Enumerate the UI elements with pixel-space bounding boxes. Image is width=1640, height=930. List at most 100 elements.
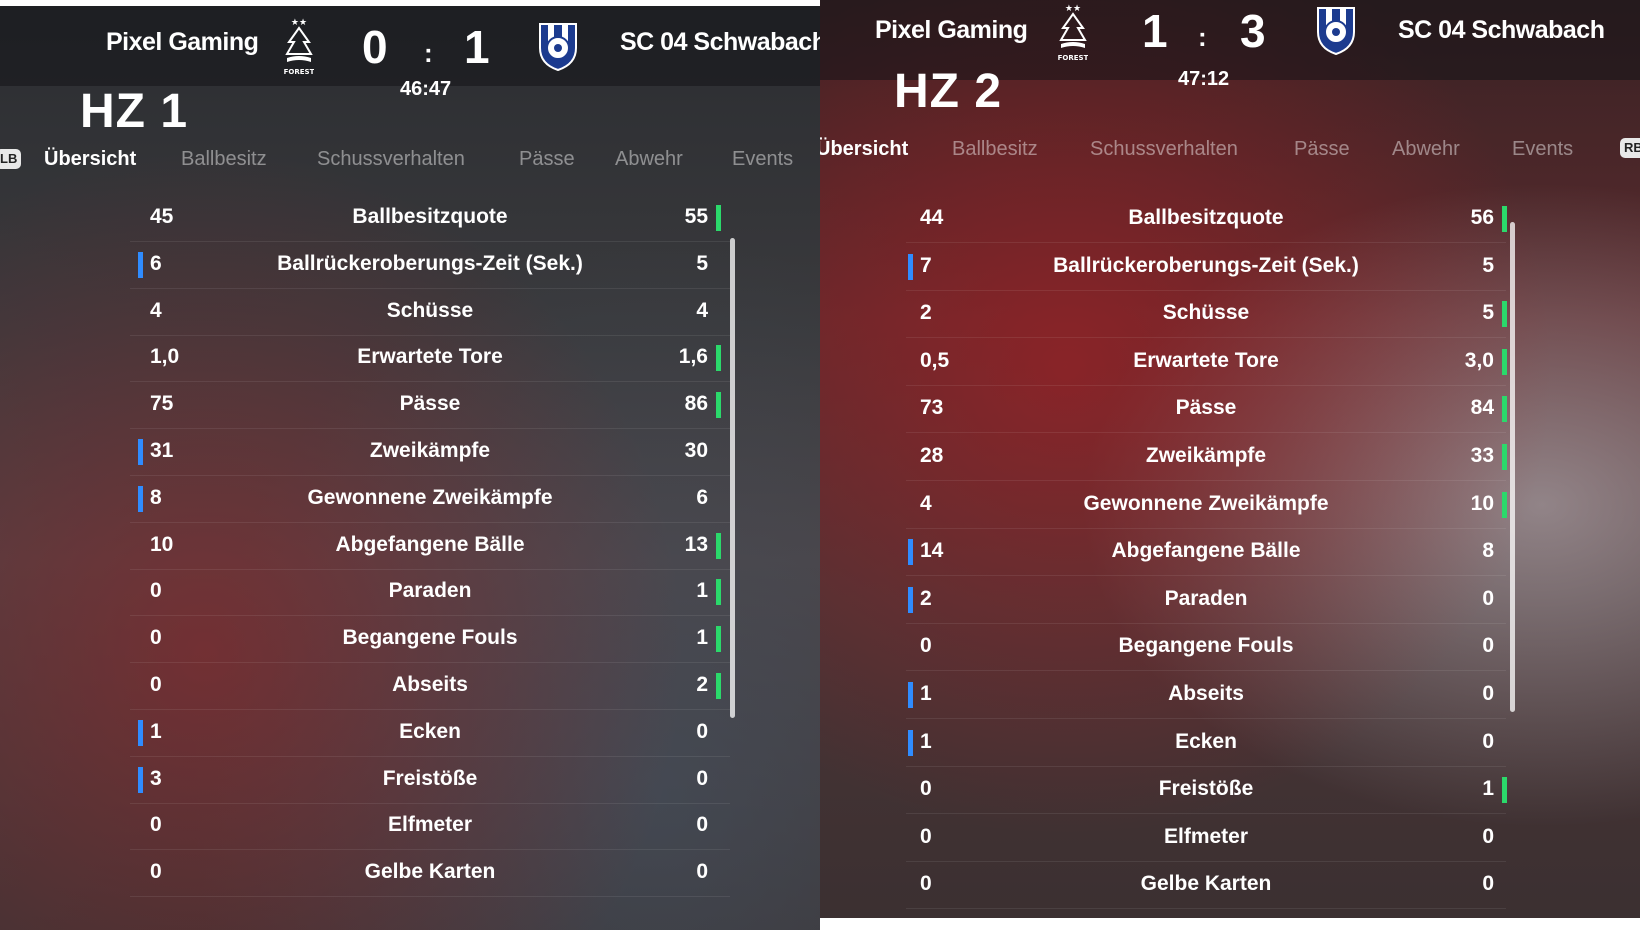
tab-uebersicht[interactable]: Übersicht bbox=[44, 148, 136, 171]
tab-ballbesitz[interactable]: Ballbesitz bbox=[952, 138, 1038, 161]
away-stat-value: 6 bbox=[696, 485, 708, 509]
home-stat-value: 45 bbox=[150, 205, 174, 228]
tab-abwehr[interactable]: Abwehr bbox=[1392, 138, 1460, 161]
stat-row: 3 Freistöße 0 bbox=[130, 757, 730, 804]
away-stat-value: 0 bbox=[696, 766, 708, 790]
stats-scrollbar[interactable] bbox=[1510, 222, 1515, 712]
tab-uebersicht[interactable]: Übersicht bbox=[820, 138, 908, 161]
stat-label: Zweikämpfe bbox=[369, 439, 491, 462]
home-stat-value: 2 bbox=[920, 586, 932, 610]
tab-abwehr[interactable]: Abwehr bbox=[615, 148, 683, 171]
stat-row: 1,0 Erwartete Tore 1,6 bbox=[130, 335, 730, 383]
stats-panel-half-2: Pixel Gaming ★★ FOREST 1 : 3 SC 04 Schwa… bbox=[820, 0, 1640, 918]
match-clock: 46:47 bbox=[400, 78, 452, 100]
stat-label: Schüsse bbox=[1162, 301, 1250, 325]
schwabach-crest-icon bbox=[1314, 4, 1358, 61]
stat-label: Ecken bbox=[399, 719, 461, 743]
tab-paesse[interactable]: Pässe bbox=[519, 148, 575, 171]
home-stat-value: 7 bbox=[920, 253, 932, 277]
home-lead-bar bbox=[908, 586, 913, 613]
stat-row: 0 Begangene Fouls 0 bbox=[906, 624, 1506, 672]
stat-label: Zweikämpfe bbox=[1145, 444, 1267, 467]
home-stat-value: 1 bbox=[920, 682, 932, 705]
stat-row: 1 Abseits 0 bbox=[906, 672, 1506, 719]
away-lead-bar bbox=[716, 345, 721, 372]
stat-label: Pässe bbox=[399, 392, 461, 416]
away-stat-value: 86 bbox=[684, 392, 708, 416]
stat-row: 6 Ballrückeroberungs-Zeit (Sek.) 5 bbox=[130, 242, 730, 289]
away-lead-bar bbox=[716, 392, 721, 419]
home-team-name: Pixel Gaming bbox=[106, 28, 259, 56]
away-stat-value: 2 bbox=[696, 673, 708, 696]
stat-label: Abseits bbox=[392, 673, 468, 696]
away-score: 1 bbox=[464, 21, 490, 73]
schwabach-crest-icon bbox=[536, 20, 580, 77]
stat-label: Freistöße bbox=[382, 766, 478, 790]
away-stat-value: 5 bbox=[1482, 253, 1494, 277]
stat-row: 0 Abseits 2 bbox=[130, 663, 730, 710]
rb-bumper-icon[interactable]: RB bbox=[1620, 138, 1640, 158]
tab-events[interactable]: Events bbox=[1512, 138, 1573, 161]
score-separator: : bbox=[424, 38, 433, 68]
home-stat-value: 0 bbox=[150, 579, 162, 603]
away-stat-value: 0 bbox=[696, 719, 708, 743]
stat-label: Abseits bbox=[1168, 682, 1244, 705]
stat-label: Gewonnene Zweikämpfe bbox=[1083, 491, 1329, 515]
away-lead-bar bbox=[1502, 206, 1507, 232]
home-score: 0 bbox=[362, 21, 388, 73]
home-stat-value: 0 bbox=[920, 872, 932, 896]
stat-row: 0,5 Erwartete Tore 3,0 bbox=[906, 339, 1507, 386]
stat-label: Pässe bbox=[1175, 396, 1237, 420]
home-lead-bar bbox=[138, 439, 143, 465]
away-stat-value: 30 bbox=[684, 439, 708, 462]
tab-paesse[interactable]: Pässe bbox=[1294, 138, 1350, 161]
away-stat-value: 0 bbox=[1482, 729, 1494, 753]
away-lead-bar bbox=[716, 532, 721, 559]
home-lead-bar bbox=[138, 251, 143, 278]
lb-bumper-icon[interactable]: LB bbox=[0, 149, 22, 169]
stat-row: 8 Gewonnene Zweikämpfe 6 bbox=[130, 476, 730, 523]
home-stat-value: 2 bbox=[920, 301, 932, 325]
stat-row: 73 Pässe 84 bbox=[906, 386, 1507, 434]
stat-row: 7 Ballrückeroberungs-Zeit (Sek.) 5 bbox=[906, 244, 1506, 291]
stat-row: 75 Pässe 86 bbox=[130, 382, 730, 430]
away-stat-value: 1 bbox=[696, 626, 708, 650]
tab-ballbesitz[interactable]: Ballbesitz bbox=[181, 148, 267, 171]
home-lead-bar bbox=[138, 719, 143, 746]
stat-row: 0 Elfmeter 0 bbox=[130, 803, 730, 851]
away-stat-value: 84 bbox=[1470, 396, 1494, 420]
away-stat-value: 0 bbox=[696, 860, 708, 884]
tab-events[interactable]: Events bbox=[732, 148, 793, 171]
away-stat-value: 1,6 bbox=[678, 345, 708, 369]
stat-row: 0 Elfmeter 0 bbox=[906, 815, 1506, 862]
away-stat-value: 1 bbox=[1482, 777, 1494, 801]
stats-panel-half-1: Pixel Gaming ★★ FOREST 0 : 1 SC 04 Schwa… bbox=[0, 6, 820, 930]
home-stat-value: 3 bbox=[150, 766, 162, 790]
match-clock: 47:12 bbox=[1178, 68, 1230, 90]
away-stat-value: 5 bbox=[696, 251, 708, 275]
home-lead-bar bbox=[908, 729, 913, 756]
home-stat-value: 0 bbox=[150, 673, 162, 696]
home-stat-value: 75 bbox=[150, 392, 174, 416]
tab-schussverhalten[interactable]: Schussverhalten bbox=[1090, 138, 1238, 161]
home-stat-value: 8 bbox=[150, 485, 162, 509]
away-lead-bar bbox=[1502, 444, 1507, 470]
home-team-name: Pixel Gaming bbox=[875, 16, 1028, 44]
stat-row: 0 Paraden 1 bbox=[130, 569, 730, 617]
stat-row: 28 Zweikämpfe 33 bbox=[906, 434, 1507, 481]
home-stat-value: 0 bbox=[920, 634, 932, 658]
away-stat-value: 56 bbox=[1470, 206, 1494, 229]
away-lead-bar bbox=[1502, 301, 1507, 328]
away-stat-value: 0 bbox=[696, 813, 708, 837]
stat-label: Elfmeter bbox=[1163, 824, 1249, 848]
away-stat-value: 10 bbox=[1470, 491, 1494, 515]
stat-label: Gelbe Karten bbox=[1140, 872, 1272, 896]
forest-crest-icon: ★★ FOREST bbox=[1058, 2, 1089, 69]
tab-schussverhalten[interactable]: Schussverhalten bbox=[317, 148, 465, 171]
stats-scrollbar[interactable] bbox=[730, 238, 735, 718]
stat-label: Elfmeter bbox=[387, 813, 473, 837]
stat-label: Ballbesitzquote bbox=[352, 205, 508, 228]
away-stat-value: 13 bbox=[684, 532, 708, 556]
home-score: 1 bbox=[1142, 5, 1168, 57]
away-stat-value: 0 bbox=[1482, 824, 1494, 848]
